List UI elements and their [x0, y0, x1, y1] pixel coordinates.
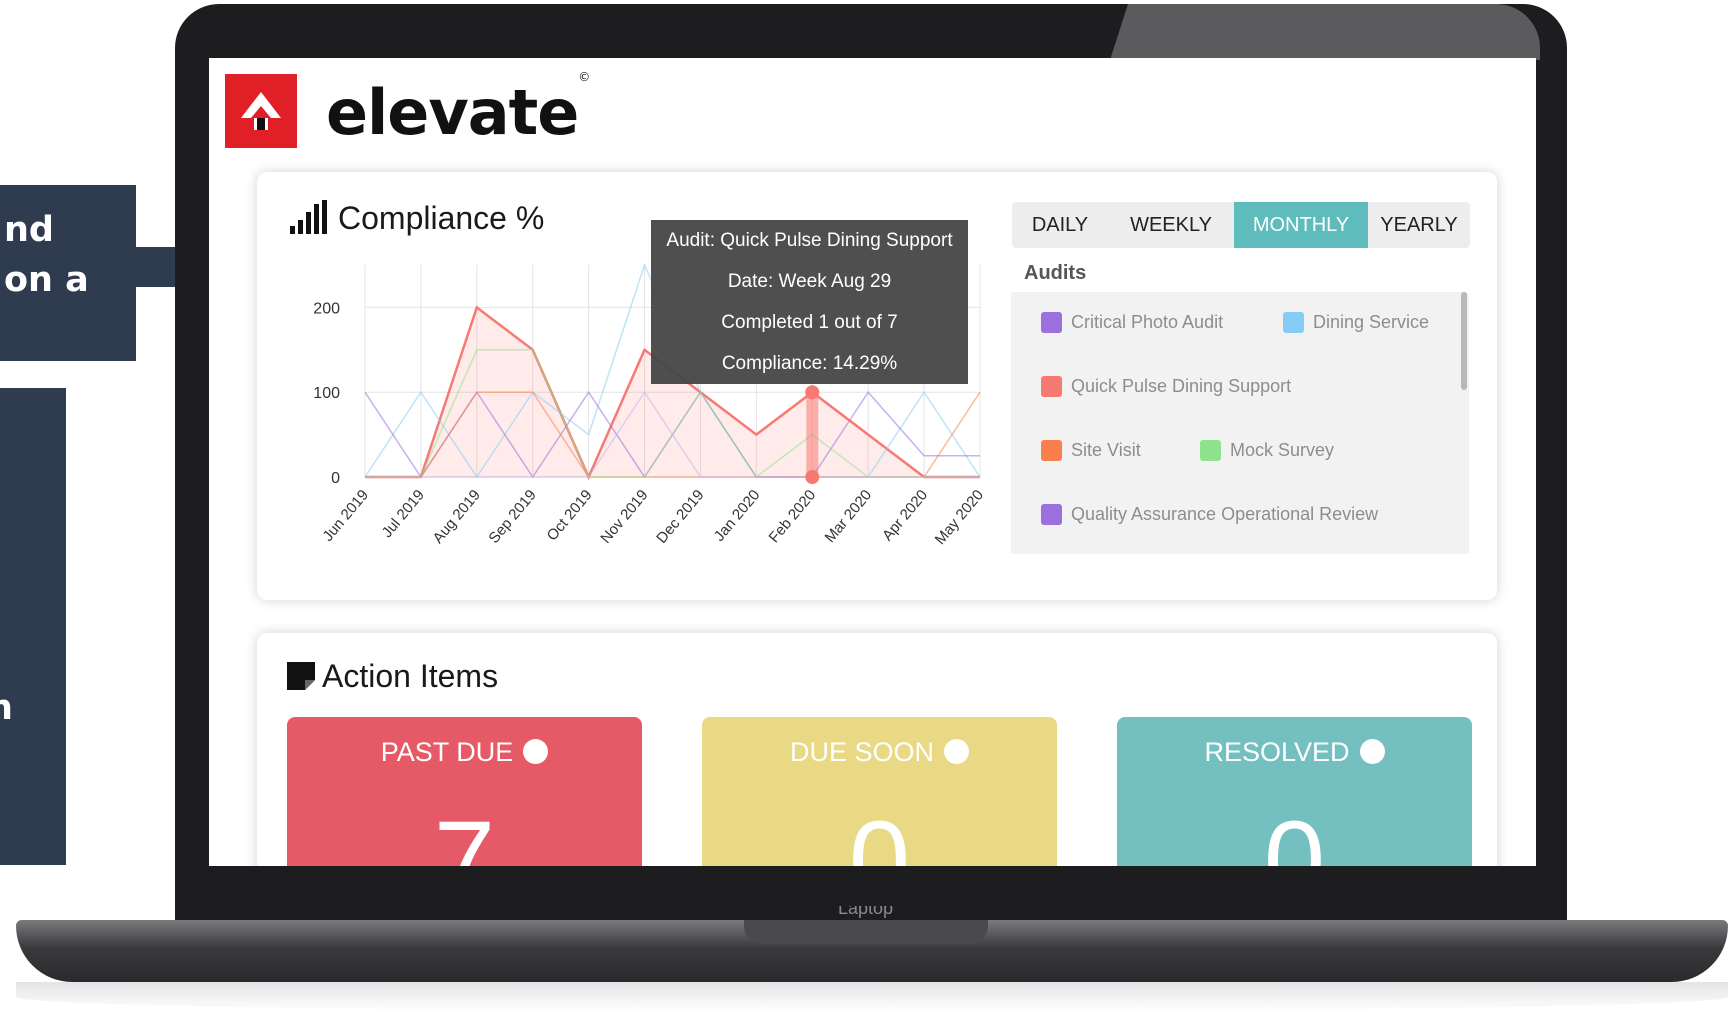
legend-swatch	[1041, 504, 1062, 525]
signal-bars-icon	[290, 200, 327, 234]
laptop-lid-glare	[1110, 4, 1540, 60]
x-tick-label: Mar 2020	[821, 487, 875, 546]
past-due-label-row: PAST DUE	[287, 737, 642, 768]
chart-tooltip: Audit: Quick Pulse Dining Support Date: …	[651, 220, 968, 384]
period-tabs: DAILY WEEKLY MONTHLY YEARLY	[1012, 202, 1470, 248]
x-tick-label: Jan 2020	[711, 487, 764, 545]
x-tick-label: Dec 2019	[653, 487, 707, 547]
tooltip-completed: Completed 1 out of 7	[721, 312, 898, 333]
legend-swatch	[1041, 312, 1062, 333]
legend-label: Quality Assurance Operational Review	[1071, 504, 1379, 524]
x-tick-label: Feb 2020	[766, 487, 820, 546]
due-soon-label: DUE SOON	[789, 737, 935, 767]
legend-swatch	[1041, 376, 1062, 397]
due-soon-label-row: DUE SOON	[702, 737, 1057, 768]
legend-label: Dining Service	[1313, 312, 1430, 332]
action-items-title: Action Items	[322, 658, 499, 694]
legend-item-critical-photo-audit[interactable]: Critical Photo Audit	[1041, 312, 1223, 333]
x-tick-label: Jun 2019	[319, 487, 372, 545]
x-tick-label: Nov 2019	[597, 487, 651, 547]
tab-weekly[interactable]: WEEKLY	[1108, 202, 1234, 248]
brand-name: elevate©	[326, 70, 590, 149]
y-tick-label: 0	[331, 470, 340, 487]
legend-item-dining-service[interactable]: Dining Service	[1283, 312, 1429, 333]
brand-mark: ©	[578, 70, 590, 84]
legend-swatch	[1200, 440, 1221, 461]
x-tick-label: May 2020	[932, 487, 987, 548]
audits-label: Audits	[1024, 262, 1087, 284]
legend-label: Critical Photo Audit	[1071, 312, 1224, 332]
resolved-label: RESOLVED	[1204, 737, 1350, 767]
info-icon[interactable]	[1359, 739, 1385, 764]
x-tick-label: Sep 2019	[485, 487, 539, 547]
elevate-logo-icon	[225, 74, 297, 148]
tooltip-compliance: Compliance: 14.29%	[721, 353, 898, 374]
x-tick-label: Jul 2019	[378, 487, 427, 541]
legend-item-mock-survey[interactable]: Mock Survey	[1200, 440, 1334, 461]
past-due-label: PAST DUE	[380, 737, 514, 767]
callout-panel-top: nd on a	[0, 185, 136, 361]
info-icon[interactable]	[523, 739, 549, 764]
tab-monthly[interactable]: MONTHLY	[1234, 202, 1368, 248]
resolved-label-row: RESOLVED	[1117, 737, 1472, 768]
callout-text-line1: nd	[4, 210, 54, 250]
callout-panel-bottom: n	[0, 388, 66, 865]
legend-label: Mock Survey	[1230, 440, 1335, 460]
screen-bezel-bottom	[209, 866, 1536, 906]
x-tick-label: Apr 2020	[879, 487, 931, 545]
callout-text-line2: on a	[4, 260, 89, 300]
tab-daily[interactable]: DAILY	[1012, 202, 1108, 248]
info-icon[interactable]	[944, 739, 970, 764]
callout-bottom-text: n	[0, 688, 13, 728]
highlight-point	[805, 385, 820, 400]
y-tick-label: 200	[313, 300, 340, 317]
y-tick-label: 100	[313, 385, 340, 402]
tab-yearly[interactable]: YEARLY	[1368, 202, 1470, 248]
x-tick-label: Aug 2019	[430, 487, 484, 547]
legend-swatch	[1283, 312, 1304, 333]
sticky-note-icon	[287, 662, 315, 690]
legend-item-quick-pulse-dining-support[interactable]: Quick Pulse Dining Support	[1041, 376, 1291, 397]
legend-scrollbar[interactable]	[1461, 292, 1467, 390]
tooltip-audit: Audit: Quick Pulse Dining Support	[666, 230, 953, 251]
legend-swatch	[1041, 440, 1062, 461]
legend-item-quality-assurance-operational-review[interactable]: Quality Assurance Operational Review	[1041, 504, 1378, 525]
legend-label: Site Visit	[1071, 440, 1141, 460]
laptop-shadow	[16, 982, 1728, 1012]
tooltip-date: Date: Week Aug 29	[727, 271, 892, 292]
brand-text: elevate	[326, 76, 579, 149]
highlight-point-base	[805, 470, 820, 484]
x-tick-label: Oct 2019	[544, 487, 596, 545]
compliance-title: Compliance %	[338, 200, 545, 236]
legend-item-site-visit[interactable]: Site Visit	[1041, 440, 1141, 461]
legend-label: Quick Pulse Dining Support	[1071, 376, 1292, 396]
